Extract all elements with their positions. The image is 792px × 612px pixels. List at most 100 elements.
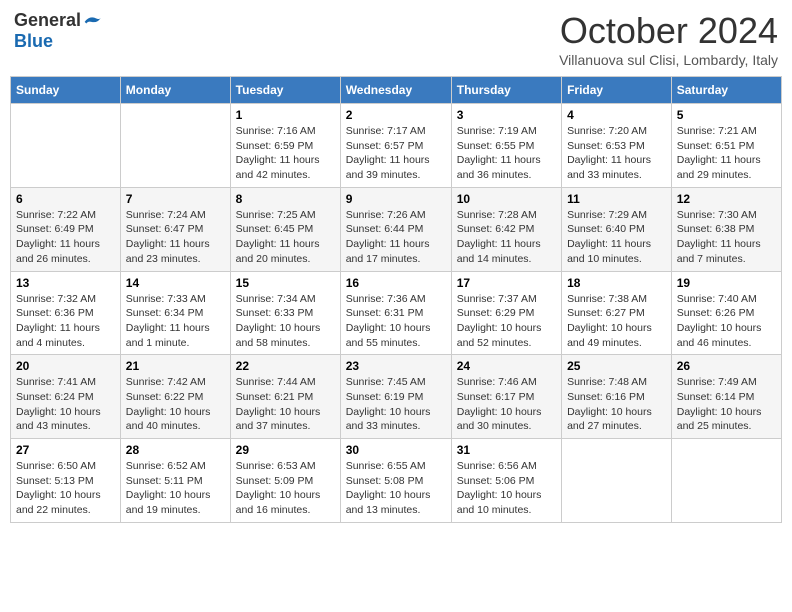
day-info: Sunrise: 7:48 AMSunset: 6:16 PMDaylight:…: [567, 375, 666, 434]
calendar-day-cell: 23Sunrise: 7:45 AMSunset: 6:19 PMDayligh…: [340, 355, 451, 439]
day-number: 1: [236, 108, 335, 122]
calendar-day-cell: 12 Sunrise: 7:30 AMSunset: 6:38 PMDayligh…: [671, 187, 781, 271]
calendar-day-cell: 15Sunrise: 7:34 AMSunset: 6:33 PMDayligh…: [230, 271, 340, 355]
day-number: 10: [457, 192, 556, 206]
day-info: Sunrise: 6:50 AMSunset: 5:13 PMDaylight:…: [16, 459, 115, 518]
calendar-day-cell: 13Sunrise: 7:32 AMSunset: 6:36 PMDayligh…: [11, 271, 121, 355]
day-info: Sunrise: 7:46 AMSunset: 6:17 PMDaylight:…: [457, 375, 556, 434]
calendar-day-cell: 20Sunrise: 7:41 AMSunset: 6:24 PMDayligh…: [11, 355, 121, 439]
calendar-day-cell: 6 Sunrise: 7:22 AMSunset: 6:49 PMDaylight…: [11, 187, 121, 271]
day-number: 12: [677, 192, 776, 206]
day-number: 16: [346, 276, 446, 290]
logo-bird-icon: [83, 13, 103, 29]
day-info: Sunrise: 7:38 AMSunset: 6:27 PMDaylight:…: [567, 292, 666, 351]
day-number: 8: [236, 192, 335, 206]
day-of-week-header: Tuesday: [230, 77, 340, 104]
calendar-day-cell: 26 Sunrise: 7:49 AMSunset: 6:14 PMDayligh…: [671, 355, 781, 439]
day-number: 27: [16, 443, 115, 457]
day-number: 26: [677, 359, 776, 373]
day-info: Sunrise: 6:52 AMSunset: 5:11 PMDaylight:…: [126, 459, 225, 518]
calendar-day-cell: 10 Sunrise: 7:28 AMSunset: 6:42 PMDayligh…: [451, 187, 561, 271]
calendar-week-row-5: 27 Sunrise: 6:50 AMSunset: 5:13 PMDayligh…: [11, 439, 782, 523]
logo-blue-text: Blue: [14, 31, 53, 52]
calendar-day-cell: 25 Sunrise: 7:48 AMSunset: 6:16 PMDayligh…: [562, 355, 672, 439]
calendar-day-cell: 8 Sunrise: 7:25 AMSunset: 6:45 PMDaylight…: [230, 187, 340, 271]
day-info: Sunrise: 7:21 AMSunset: 6:51 PMDaylight:…: [677, 124, 776, 183]
logo-general-text: General: [14, 10, 81, 31]
calendar-day-cell: 29Sunrise: 6:53 AMSunset: 5:09 PMDayligh…: [230, 439, 340, 523]
day-number: 7: [126, 192, 225, 206]
calendar-week-row-2: 6 Sunrise: 7:22 AMSunset: 6:49 PMDaylight…: [11, 187, 782, 271]
calendar-week-row-3: 13Sunrise: 7:32 AMSunset: 6:36 PMDayligh…: [11, 271, 782, 355]
day-number: 5: [677, 108, 776, 122]
day-info: Sunrise: 7:49 AMSunset: 6:14 PMDaylight:…: [677, 375, 776, 434]
page-header: General Blue October 2024 Villanuova sul…: [10, 10, 782, 68]
calendar-day-cell: 27 Sunrise: 6:50 AMSunset: 5:13 PMDayligh…: [11, 439, 121, 523]
day-of-week-header: Friday: [562, 77, 672, 104]
calendar-day-cell: 21Sunrise: 7:42 AMSunset: 6:22 PMDayligh…: [120, 355, 230, 439]
day-info: Sunrise: 7:33 AMSunset: 6:34 PMDaylight:…: [126, 292, 225, 351]
day-of-week-header: Saturday: [671, 77, 781, 104]
day-info: Sunrise: 6:55 AMSunset: 5:08 PMDaylight:…: [346, 459, 446, 518]
day-info: Sunrise: 7:36 AMSunset: 6:31 PMDaylight:…: [346, 292, 446, 351]
day-info: Sunrise: 7:17 AMSunset: 6:57 PMDaylight:…: [346, 124, 446, 183]
calendar-day-cell: 11Sunrise: 7:29 AMSunset: 6:40 PMDayligh…: [562, 187, 672, 271]
calendar-header-row: SundayMondayTuesdayWednesdayThursdayFrid…: [11, 77, 782, 104]
calendar-day-cell: [671, 439, 781, 523]
day-info: Sunrise: 7:32 AMSunset: 6:36 PMDaylight:…: [16, 292, 115, 351]
calendar-day-cell: 19 Sunrise: 7:40 AMSunset: 6:26 PMDayligh…: [671, 271, 781, 355]
calendar-day-cell: 24Sunrise: 7:46 AMSunset: 6:17 PMDayligh…: [451, 355, 561, 439]
calendar-day-cell: 18 Sunrise: 7:38 AMSunset: 6:27 PMDayligh…: [562, 271, 672, 355]
day-number: 17: [457, 276, 556, 290]
day-number: 20: [16, 359, 115, 373]
calendar-day-cell: 28 Sunrise: 6:52 AMSunset: 5:11 PMDayligh…: [120, 439, 230, 523]
day-number: 21: [126, 359, 225, 373]
day-info: Sunrise: 6:53 AMSunset: 5:09 PMDaylight:…: [236, 459, 335, 518]
day-of-week-header: Wednesday: [340, 77, 451, 104]
calendar-day-cell: 22 Sunrise: 7:44 AMSunset: 6:21 PMDayligh…: [230, 355, 340, 439]
calendar-day-cell: 14 Sunrise: 7:33 AMSunset: 6:34 PMDayligh…: [120, 271, 230, 355]
day-info: Sunrise: 7:22 AMSunset: 6:49 PMDaylight:…: [16, 208, 115, 267]
calendar-day-cell: 1Sunrise: 7:16 AMSunset: 6:59 PMDaylight…: [230, 104, 340, 188]
calendar-day-cell: 4Sunrise: 7:20 AMSunset: 6:53 PMDaylight…: [562, 104, 672, 188]
calendar-day-cell: 16 Sunrise: 7:36 AMSunset: 6:31 PMDayligh…: [340, 271, 451, 355]
day-number: 4: [567, 108, 666, 122]
day-info: Sunrise: 7:19 AMSunset: 6:55 PMDaylight:…: [457, 124, 556, 183]
month-title: October 2024: [559, 10, 778, 52]
day-number: 6: [16, 192, 115, 206]
calendar-day-cell: [11, 104, 121, 188]
location-title: Villanuova sul Clisi, Lombardy, Italy: [559, 52, 778, 68]
calendar-day-cell: 17Sunrise: 7:37 AMSunset: 6:29 PMDayligh…: [451, 271, 561, 355]
day-number: 31: [457, 443, 556, 457]
day-number: 22: [236, 359, 335, 373]
calendar-day-cell: 7 Sunrise: 7:24 AMSunset: 6:47 PMDaylight…: [120, 187, 230, 271]
day-number: 30: [346, 443, 446, 457]
calendar-day-cell: 30 Sunrise: 6:55 AMSunset: 5:08 PMDayligh…: [340, 439, 451, 523]
day-number: 18: [567, 276, 666, 290]
day-info: Sunrise: 7:30 AMSunset: 6:38 PMDaylight:…: [677, 208, 776, 267]
day-number: 19: [677, 276, 776, 290]
calendar-week-row-4: 20Sunrise: 7:41 AMSunset: 6:24 PMDayligh…: [11, 355, 782, 439]
calendar-day-cell: [562, 439, 672, 523]
calendar-day-cell: [120, 104, 230, 188]
day-info: Sunrise: 7:24 AMSunset: 6:47 PMDaylight:…: [126, 208, 225, 267]
day-number: 2: [346, 108, 446, 122]
calendar-table: SundayMondayTuesdayWednesdayThursdayFrid…: [10, 76, 782, 523]
day-number: 14: [126, 276, 225, 290]
day-number: 28: [126, 443, 225, 457]
day-info: Sunrise: 7:25 AMSunset: 6:45 PMDaylight:…: [236, 208, 335, 267]
day-info: Sunrise: 7:28 AMSunset: 6:42 PMDaylight:…: [457, 208, 556, 267]
calendar-day-cell: 5 Sunrise: 7:21 AMSunset: 6:51 PMDaylight…: [671, 104, 781, 188]
day-of-week-header: Sunday: [11, 77, 121, 104]
day-number: 25: [567, 359, 666, 373]
logo: General Blue: [14, 10, 103, 52]
day-info: Sunrise: 7:34 AMSunset: 6:33 PMDaylight:…: [236, 292, 335, 351]
day-info: Sunrise: 7:40 AMSunset: 6:26 PMDaylight:…: [677, 292, 776, 351]
day-info: Sunrise: 6:56 AMSunset: 5:06 PMDaylight:…: [457, 459, 556, 518]
day-number: 3: [457, 108, 556, 122]
calendar-day-cell: 31 Sunrise: 6:56 AMSunset: 5:06 PMDayligh…: [451, 439, 561, 523]
day-number: 11: [567, 192, 666, 206]
day-info: Sunrise: 7:44 AMSunset: 6:21 PMDaylight:…: [236, 375, 335, 434]
day-of-week-header: Thursday: [451, 77, 561, 104]
day-number: 9: [346, 192, 446, 206]
